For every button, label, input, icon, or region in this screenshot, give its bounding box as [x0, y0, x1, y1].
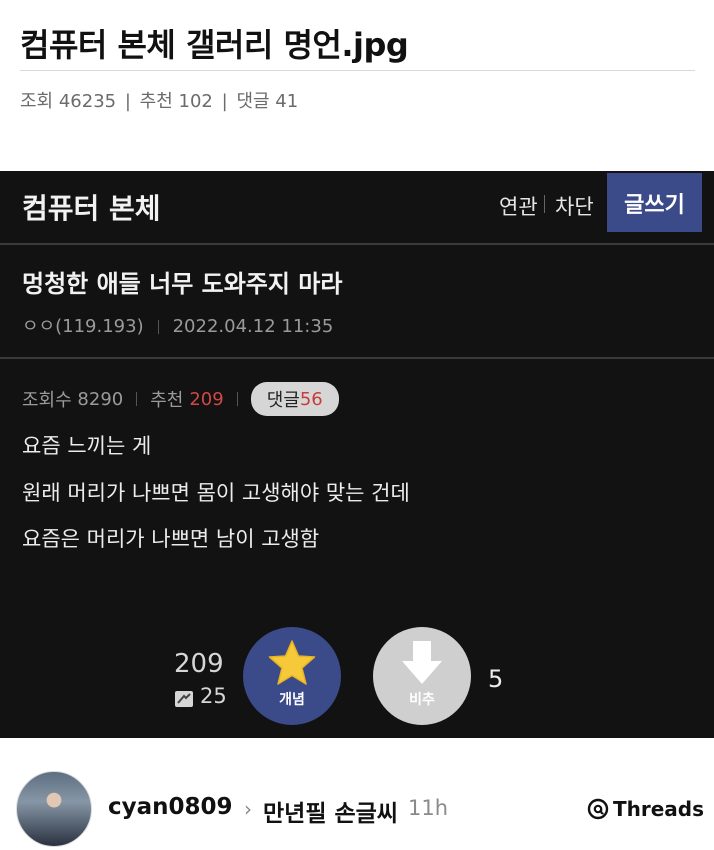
- counts-separator: [236, 392, 238, 406]
- threads-logo-icon: [587, 798, 609, 820]
- title-divider: [20, 70, 695, 71]
- comments-count: 41: [275, 91, 299, 112]
- views-label: 조회: [20, 91, 54, 112]
- recommend-count: 102: [178, 91, 213, 112]
- block-link[interactable]: 차단: [555, 191, 594, 221]
- meta-divider: [0, 357, 714, 359]
- board-name[interactable]: 만년필 손글씨: [263, 794, 398, 828]
- gallery-header: 컴퓨터 본체 연관 차단 글쓰기: [0, 171, 714, 243]
- meta-separator: [157, 320, 159, 334]
- threads-label: Threads: [613, 797, 705, 821]
- fixed-recommend-icon: [175, 691, 193, 707]
- username[interactable]: cyan0809: [108, 794, 233, 820]
- embedded-screenshot: 컴퓨터 본체 연관 차단 글쓰기 멍청한 애들 너무 도와주지 마라 ㅇㅇ(11…: [0, 171, 714, 738]
- body-line: 원래 머리가 나쁘면 몸이 고생해야 맞는 건데: [22, 481, 410, 505]
- fixed-recommend-total: 25: [200, 684, 227, 708]
- header-divider: [0, 243, 714, 245]
- recommend-label: 추천: [139, 91, 173, 112]
- down-arrow-icon: [402, 641, 442, 684]
- time-ago: 11h: [408, 796, 449, 820]
- counts-separator: [136, 392, 138, 406]
- nonrecommend-total: 5: [488, 665, 504, 693]
- post-stats: 조회 46235 | 추천 102 | 댓글 41: [20, 87, 298, 113]
- post-title: 컴퓨터 본체 갤러리 명언.jpg: [20, 26, 409, 64]
- comments-count: 56: [299, 388, 323, 410]
- recommend-button[interactable]: 개념: [243, 627, 341, 725]
- views-count: 46235: [58, 91, 117, 112]
- star-icon: [268, 640, 316, 685]
- recommend-button-label: 개념: [279, 692, 305, 708]
- comments-label: 댓글: [266, 390, 300, 411]
- body-line: 요즘은 머리가 나쁘면 남이 고생함: [22, 527, 320, 551]
- body-line: 요즘 느끼는 게: [22, 434, 152, 458]
- header-separator: [544, 195, 545, 213]
- article-title: 멍청한 애들 너무 도와주지 마라: [22, 270, 343, 298]
- recommend-count: 209: [189, 388, 224, 410]
- views-label: 조회수: [22, 390, 72, 411]
- recommend-total: 209: [174, 649, 224, 679]
- related-link[interactable]: 연관: [499, 191, 538, 221]
- stats-separator: |: [124, 91, 131, 112]
- gallery-name[interactable]: 컴퓨터 본체: [22, 187, 161, 227]
- chevron-right-icon: ›: [244, 797, 252, 821]
- nonrecommend-button-label: 비추: [409, 692, 435, 708]
- article-author[interactable]: ㅇㅇ(119.193): [22, 316, 144, 337]
- article-date: 2022.04.12 11:35: [172, 316, 334, 337]
- avatar[interactable]: [16, 771, 92, 847]
- comments-pill[interactable]: 댓글 56: [250, 382, 339, 416]
- nonrecommend-button[interactable]: 비추: [373, 627, 471, 725]
- comments-label: 댓글: [236, 91, 270, 112]
- stats-separator: |: [221, 91, 228, 112]
- article-meta: ㅇㅇ(119.193) 2022.04.12 11:35: [22, 312, 333, 338]
- threads-link[interactable]: Threads: [587, 797, 704, 821]
- recommend-label: 추천: [150, 390, 184, 411]
- views-count: 8290: [77, 388, 124, 410]
- write-button[interactable]: 글쓰기: [607, 173, 702, 232]
- article-counts: 조회수 8290 추천 209 댓글 56: [22, 382, 339, 416]
